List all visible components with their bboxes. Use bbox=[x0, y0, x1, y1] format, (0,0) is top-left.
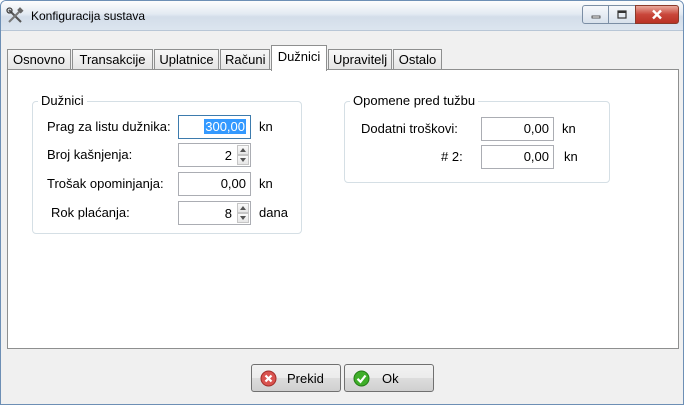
maximize-button[interactable] bbox=[608, 5, 636, 24]
cancel-icon bbox=[260, 370, 277, 387]
trosak-value: 0,00 bbox=[220, 176, 246, 191]
broj-kasnjenja-stepper[interactable]: 2 bbox=[178, 143, 251, 167]
duznici-group: Dužnici Prag za listu dužnika: 300,00 kn… bbox=[32, 93, 302, 234]
broj-kasnjenja-label: Broj kašnjenja: bbox=[47, 147, 133, 162]
window-title: Konfiguracija sustava bbox=[31, 9, 146, 23]
opomene-group-title: Opomene pred tužbu bbox=[350, 93, 479, 108]
dodatni-troskovi-label: Dodatni troškovi: bbox=[361, 121, 458, 136]
prag-label: Prag za listu dužnika: bbox=[47, 119, 171, 134]
tools-icon bbox=[6, 7, 24, 23]
close-icon bbox=[652, 9, 662, 20]
rok-placanja-value: 8 bbox=[224, 206, 232, 221]
minimize-button[interactable] bbox=[582, 5, 609, 24]
trosak-label: Trošak opominjanja: bbox=[47, 176, 164, 191]
tab-upravitelj[interactable]: Upravitelj bbox=[328, 49, 392, 70]
broj-kasnjenja-value: 2 bbox=[224, 148, 232, 163]
prag-unit: kn bbox=[259, 119, 273, 134]
broj-kasnjenja-up-button[interactable] bbox=[237, 145, 249, 155]
rok-placanja-stepper[interactable]: 8 bbox=[178, 201, 251, 225]
tab-racuni[interactable]: Računi bbox=[220, 49, 270, 70]
ok-button-label: Ok bbox=[382, 371, 399, 386]
opomena-2-input[interactable]: 0,00 bbox=[481, 145, 554, 169]
cancel-button-label: Prekid bbox=[287, 371, 324, 386]
tab-page-duznici: Dužnici Prag za listu dužnika: 300,00 kn… bbox=[7, 69, 679, 349]
duznici-group-title: Dužnici bbox=[38, 93, 87, 108]
chevron-down-icon bbox=[240, 216, 246, 220]
trosak-input[interactable]: 0,00 bbox=[178, 172, 251, 196]
dodatni-troskovi-value: 0,00 bbox=[523, 121, 549, 136]
cancel-button[interactable]: Prekid bbox=[251, 364, 341, 392]
rok-placanja-label: Rok plaćanja: bbox=[51, 205, 130, 220]
config-window: Konfiguracija sustava Osnovno Transakcij… bbox=[0, 0, 684, 405]
broj-kasnjenja-down-button[interactable] bbox=[237, 155, 249, 165]
opomena-2-label: # 2: bbox=[441, 149, 463, 164]
tab-uplatnice[interactable]: Uplatnice bbox=[154, 49, 219, 70]
tab-duznici[interactable]: Dužnici bbox=[271, 45, 327, 71]
close-button[interactable] bbox=[635, 5, 679, 24]
rok-placanja-unit: dana bbox=[259, 205, 288, 220]
maximize-icon bbox=[617, 10, 627, 19]
trosak-unit: kn bbox=[259, 176, 273, 191]
ok-button[interactable]: Ok bbox=[344, 364, 434, 392]
ok-icon bbox=[353, 370, 370, 387]
opomene-group: Opomene pred tužbu Dodatni troškovi: 0,0… bbox=[344, 93, 610, 183]
tab-ostalo[interactable]: Ostalo bbox=[393, 49, 442, 70]
chevron-up-icon bbox=[240, 148, 246, 152]
prag-input[interactable]: 300,00 bbox=[178, 115, 251, 139]
chevron-up-icon bbox=[240, 206, 246, 210]
minimize-icon bbox=[591, 15, 600, 18]
tab-osnovno[interactable]: Osnovno bbox=[7, 49, 71, 70]
dodatni-troskovi-input[interactable]: 0,00 bbox=[481, 117, 554, 141]
prag-value: 300,00 bbox=[204, 119, 246, 134]
tab-transakcije[interactable]: Transakcije bbox=[72, 49, 153, 70]
opomena-2-value: 0,00 bbox=[523, 149, 549, 164]
title-bar[interactable]: Konfiguracija sustava bbox=[1, 1, 683, 31]
window-controls bbox=[582, 5, 679, 25]
rok-placanja-up-button[interactable] bbox=[237, 203, 249, 213]
chevron-down-icon bbox=[240, 158, 246, 162]
dodatni-troskovi-unit: kn bbox=[562, 121, 576, 136]
opomena-2-unit: kn bbox=[564, 149, 578, 164]
rok-placanja-down-button[interactable] bbox=[237, 213, 249, 223]
